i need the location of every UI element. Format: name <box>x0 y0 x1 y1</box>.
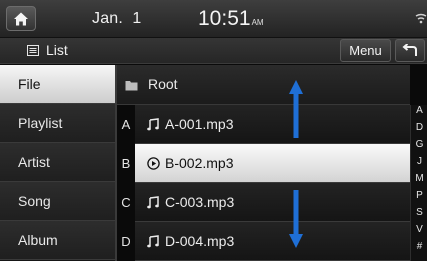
music-note-icon <box>147 235 159 248</box>
status-bar: Jan. 1 10:51 AM <box>0 0 427 38</box>
track-name: C-003.mp3 <box>165 194 235 210</box>
sidebar-item-playlist[interactable]: Playlist <box>0 104 115 143</box>
index-letter[interactable]: P <box>411 190 427 201</box>
track-name: A-001.mp3 <box>165 116 234 132</box>
clock: 10:51 AM <box>198 7 264 31</box>
folder-icon <box>125 81 138 91</box>
track-row[interactable]: C-003.mp3 <box>135 183 410 222</box>
index-letter[interactable]: V <box>411 224 427 235</box>
date-text: Jan. 1 <box>92 10 142 27</box>
row-letter: A <box>121 117 131 132</box>
wifi-signal-icon <box>415 13 427 24</box>
sidebar-item-album[interactable]: Album <box>0 221 115 260</box>
music-note-icon <box>147 196 159 209</box>
title-bar: List Menu <box>0 38 427 64</box>
back-arrow-icon <box>402 43 417 56</box>
music-note-icon <box>147 118 159 131</box>
row-letter: B <box>121 156 131 171</box>
sidebar-item-song[interactable]: Song <box>0 182 115 221</box>
scroll-up-arrow-icon <box>289 80 303 138</box>
sidebar-item-file[interactable]: File <box>0 65 115 104</box>
track-row-selected[interactable]: B-002.mp3 <box>135 144 410 183</box>
back-button[interactable] <box>395 39 425 62</box>
time-text: 10:51 <box>198 7 251 30</box>
screen: Jan. 1 10:51 AM List Menu File Playlist … <box>0 0 427 261</box>
index-letter[interactable]: S <box>411 207 427 218</box>
category-sidebar: File Playlist Artist Song Album <box>0 65 115 261</box>
folder-label: Root <box>148 76 178 92</box>
index-letter[interactable]: M <box>411 173 427 184</box>
alphabet-index[interactable]: A D G J M P S V # <box>410 105 427 261</box>
home-icon <box>14 12 28 25</box>
index-letter[interactable]: D <box>411 122 427 133</box>
ampm-text: AM <box>251 18 264 27</box>
track-name: B-002.mp3 <box>165 155 234 171</box>
home-button[interactable] <box>6 6 36 31</box>
index-letter[interactable]: # <box>411 241 427 252</box>
page-title: List <box>46 42 68 58</box>
row-letter: D <box>121 234 131 249</box>
sidebar-item-artist[interactable]: Artist <box>0 143 115 182</box>
track-row[interactable]: A-001.mp3 <box>135 105 410 144</box>
track-row[interactable]: D-004.mp3 <box>135 222 410 261</box>
index-letter[interactable]: G <box>411 139 427 150</box>
list-icon <box>27 45 39 56</box>
play-circle-icon <box>147 157 160 170</box>
folder-row[interactable]: Root <box>117 65 410 105</box>
track-name: D-004.mp3 <box>165 233 235 249</box>
scroll-down-arrow-icon <box>289 190 303 248</box>
index-letter[interactable]: A <box>411 105 427 116</box>
row-letter: C <box>121 195 131 210</box>
menu-button[interactable]: Menu <box>340 39 391 62</box>
index-letter[interactable]: J <box>411 156 427 167</box>
